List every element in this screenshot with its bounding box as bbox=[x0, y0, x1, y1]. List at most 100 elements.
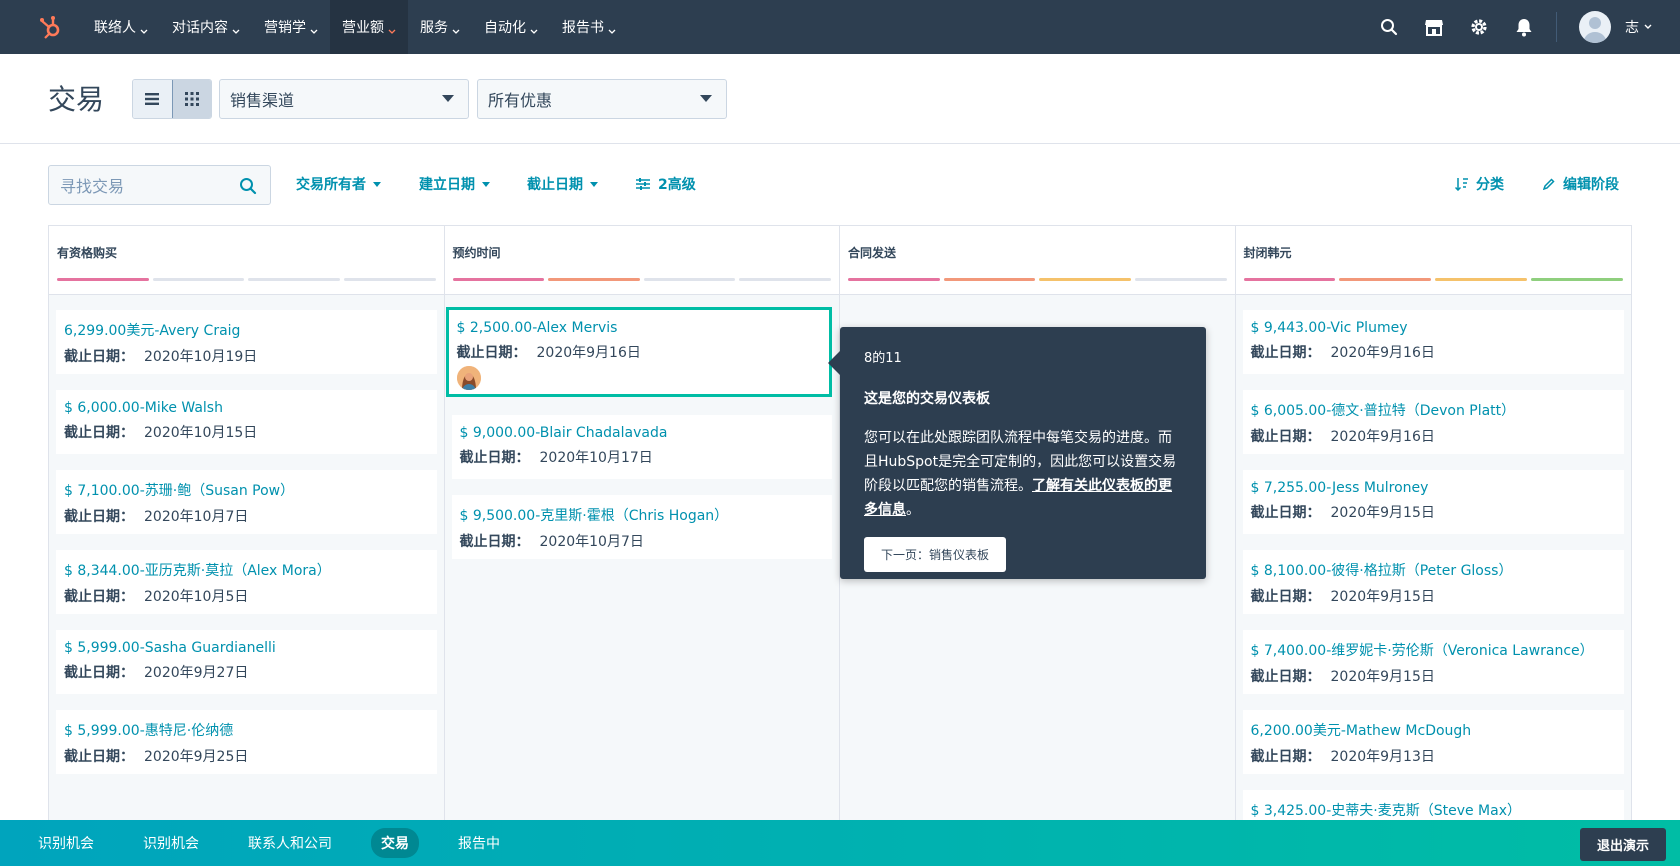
deal-title[interactable]: $ 7,400.00-维罗妮卡·劳伦斯（Veronica Lawrance） bbox=[1251, 640, 1617, 660]
search-icon[interactable] bbox=[1366, 0, 1411, 54]
deal-card[interactable]: $ 5,999.00-Sasha Guardianelli 截止日期： 2020年9… bbox=[56, 630, 437, 694]
deal-card[interactable]: $ 6,000.00-Mike Walsh 截止日期： 2020年10月15日 bbox=[56, 390, 437, 454]
deal-title[interactable]: $ 9,443.00-Vic Plumey bbox=[1251, 320, 1617, 336]
user-menu[interactable]: 志 bbox=[1625, 17, 1652, 37]
nav-item[interactable]: 报告书 bbox=[550, 0, 628, 54]
search-icon[interactable] bbox=[239, 177, 257, 199]
owner-avatar[interactable] bbox=[456, 366, 481, 390]
close-date-value: 2020年9月15日 bbox=[1330, 589, 1435, 605]
deal-close-date: 截止日期： 2020年9月27日 bbox=[64, 662, 429, 682]
deal-card[interactable]: $ 7,255.00-Jess Mulroney 截止日期： 2020年9月15日 bbox=[1242, 470, 1624, 534]
close-date-label: 截止日期： bbox=[64, 589, 134, 605]
stage-progress-segment bbox=[548, 278, 640, 281]
create-date-filter[interactable]: 建立日期 bbox=[419, 174, 490, 194]
marketplace-icon[interactable] bbox=[1411, 0, 1456, 54]
deal-title[interactable]: 6,200.00美元-Mathew McDough bbox=[1251, 720, 1617, 740]
deal-title[interactable]: $ 8,100.00-彼得·格拉斯（Peter Gloss） bbox=[1251, 560, 1617, 580]
next-step-button[interactable]: 下一页：销售仪表板 bbox=[864, 537, 1007, 572]
chevron-down-icon bbox=[608, 23, 616, 34]
caret-down-icon bbox=[442, 95, 454, 102]
nav-item[interactable]: 对话内容 bbox=[160, 0, 252, 54]
deal-close-date: 截止日期： 2020年10月19日 bbox=[64, 346, 429, 366]
deal-card[interactable]: 6,299.00美元-Avery Craig 截止日期： 2020年10月19日 bbox=[56, 310, 437, 374]
deal-title[interactable]: $ 8,344.00-亚历克斯·莫拉（Alex Mora） bbox=[64, 560, 429, 580]
stage-progress-segment bbox=[343, 278, 436, 281]
deal-title[interactable]: $ 6,005.00-德文·普拉特（Devon Platt） bbox=[1251, 400, 1617, 420]
sort-button[interactable]: 分类 bbox=[1455, 174, 1504, 194]
edit-stages-button[interactable]: 编辑阶段 bbox=[1543, 174, 1619, 194]
board-view-button[interactable] bbox=[171, 80, 211, 118]
close-date-label: 截止日期： bbox=[64, 425, 134, 441]
demo-step-tab[interactable]: 识别机会 bbox=[28, 828, 104, 858]
exit-demo-button[interactable]: 退出演示 bbox=[1579, 828, 1666, 861]
demo-step-tab[interactable]: 识别机会 bbox=[133, 828, 209, 858]
deal-card[interactable]: $ 8,344.00-亚历克斯·莫拉（Alex Mora） 截止日期： 2020年1… bbox=[56, 550, 437, 614]
close-date-value: 2020年10月5日 bbox=[144, 589, 249, 605]
list-view-button[interactable] bbox=[133, 80, 172, 118]
deals-filter-select[interactable]: 所有优惠 bbox=[477, 79, 727, 119]
deal-card[interactable]: 6,200.00美元-Mathew McDough 截止日期： 2020年9月13日 bbox=[1242, 710, 1624, 774]
deal-owner-filter[interactable]: 交易所有者 bbox=[296, 174, 381, 194]
deal-card[interactable]: $ 2,500.00-Alex Mervis 截止日期： 2020年9月16日 bbox=[445, 307, 832, 397]
deal-title[interactable]: $ 9,500.00-克里斯·霍根（Chris Hogan） bbox=[460, 505, 825, 525]
deal-title[interactable]: $ 7,255.00-Jess Mulroney bbox=[1251, 480, 1617, 496]
board-column: 封闭韩元 $ 9,443.00-Vic Plumey 截止日期： 2020年9月16日… bbox=[1235, 226, 1631, 854]
deal-title[interactable]: $ 5,999.00-Sasha Guardianelli bbox=[64, 640, 429, 656]
deal-title[interactable]: $ 3,425.00-史蒂夫·麦克斯（Steve Max） bbox=[1251, 800, 1617, 820]
deal-card[interactable]: $ 7,100.00-苏珊·鲍（Susan Pow） 截止日期： 2020年10月7… bbox=[56, 470, 437, 534]
deal-title[interactable]: $ 5,999.00-惠特尼·伦纳德 bbox=[64, 720, 429, 740]
stage-progress-segment bbox=[1531, 278, 1623, 281]
nav-item[interactable]: 联络人 bbox=[82, 0, 160, 54]
stage-progress-segment bbox=[1243, 278, 1336, 281]
bell-icon[interactable] bbox=[1501, 0, 1546, 54]
deal-close-date: 截止日期： 2020年9月25日 bbox=[64, 746, 429, 766]
grid-icon bbox=[184, 92, 199, 106]
nav-item-label: 自动化 bbox=[484, 20, 526, 36]
deal-card[interactable]: $ 6,005.00-德文·普拉特（Devon Platt） 截止日期： 2020年… bbox=[1242, 390, 1624, 454]
hubspot-logo-icon[interactable] bbox=[24, 0, 78, 54]
nav-item[interactable]: 营业额 bbox=[330, 0, 408, 54]
close-date-value: 2020年9月16日 bbox=[1330, 345, 1435, 361]
stage-progress-segment bbox=[1435, 278, 1528, 281]
deal-title[interactable]: $ 7,100.00-苏珊·鲍（Susan Pow） bbox=[64, 480, 429, 500]
stage-progress-segment bbox=[943, 278, 1036, 281]
deals-filter-value: 所有优惠 bbox=[488, 91, 553, 110]
demo-step-tab[interactable]: 交易 bbox=[371, 828, 419, 858]
deal-card[interactable]: $ 5,999.00-惠特尼·伦纳德 截止日期： 2020年9月25日 bbox=[56, 710, 437, 774]
close-date-label: 截止日期： bbox=[64, 509, 134, 525]
create-date-filter-label: 建立日期 bbox=[419, 177, 475, 193]
advanced-filters-button[interactable]: 2高级 bbox=[636, 174, 696, 194]
stage-progress bbox=[452, 278, 831, 281]
deal-card[interactable]: $ 8,100.00-彼得·格拉斯（Peter Gloss） 截止日期： 2020年… bbox=[1242, 550, 1624, 614]
deal-title[interactable]: 6,299.00美元-Avery Craig bbox=[64, 320, 429, 340]
board-column: 预约时间 $ 2,500.00-Alex Mervis 截止日期： 2020年9月16… bbox=[444, 226, 840, 820]
pipeline-select[interactable]: 销售渠道 bbox=[219, 79, 469, 119]
deal-card[interactable]: $ 9,443.00-Vic Plumey 截止日期： 2020年9月16日 bbox=[1242, 310, 1624, 374]
deal-card[interactable]: $ 7,400.00-维罗妮卡·劳伦斯（Veronica Lawrance） 截止… bbox=[1242, 630, 1624, 694]
nav-item[interactable]: 营销学 bbox=[252, 0, 330, 54]
nav-item[interactable]: 服务 bbox=[408, 0, 472, 54]
deal-close-date: 截止日期： 2020年10月7日 bbox=[64, 506, 429, 526]
gear-icon[interactable] bbox=[1456, 0, 1501, 54]
deal-card[interactable]: $ 9,500.00-克里斯·霍根（Chris Hogan） 截止日期： 2020年… bbox=[451, 495, 832, 559]
nav-item[interactable]: 自动化 bbox=[472, 0, 550, 54]
demo-step-tab[interactable]: 联系人和公司 bbox=[238, 828, 342, 858]
user-avatar[interactable] bbox=[1579, 11, 1611, 43]
column-title: 预约时间 bbox=[452, 246, 501, 260]
deal-title[interactable]: $ 6,000.00-Mike Walsh bbox=[64, 400, 429, 416]
deal-close-date: 截止日期： 2020年10月17日 bbox=[460, 447, 825, 467]
pipeline-select-value: 销售渠道 bbox=[230, 91, 295, 110]
deal-title[interactable]: $ 2,500.00-Alex Mervis bbox=[457, 320, 822, 336]
close-date-label: 截止日期： bbox=[459, 534, 530, 550]
search-input[interactable]: 寻找交易 bbox=[48, 165, 271, 205]
close-date-label: 截止日期： bbox=[1250, 669, 1321, 685]
deal-title[interactable]: $ 9,000.00-Blair Chadalavada bbox=[460, 425, 825, 441]
deal-card[interactable]: $ 9,000.00-Blair Chadalavada 截止日期： 2020年10… bbox=[451, 415, 832, 479]
column-cards bbox=[840, 295, 1235, 310]
tooltip-step-counter: 8的11 bbox=[864, 351, 902, 366]
deal-close-date: 截止日期： 2020年9月16日 bbox=[1251, 426, 1617, 446]
close-date-filter[interactable]: 截止日期 bbox=[527, 174, 598, 194]
demo-step-tab[interactable]: 报告中 bbox=[448, 828, 510, 858]
nav-item-label: 报告书 bbox=[562, 20, 604, 36]
chevron-down-icon bbox=[310, 23, 318, 34]
